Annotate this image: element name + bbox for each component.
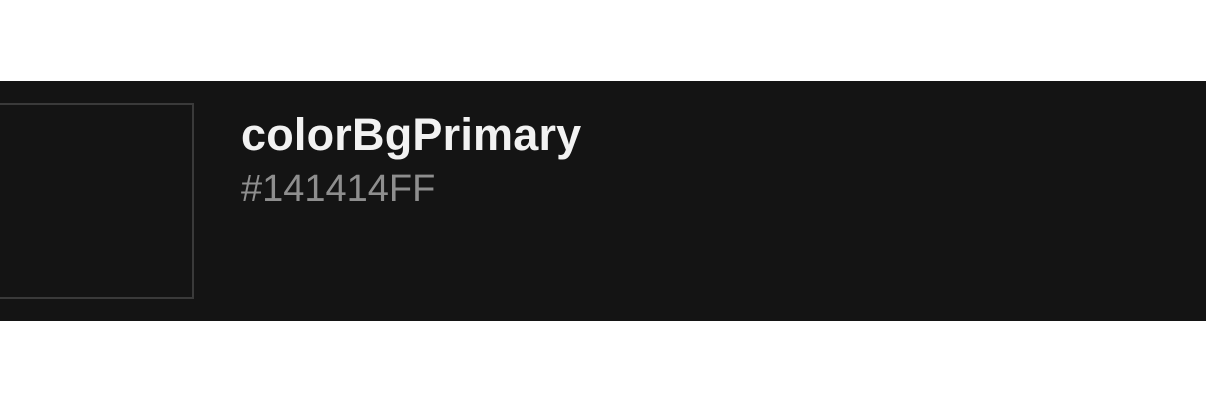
page: colorBgPrimary #141414FF: [0, 0, 1206, 402]
token-name: colorBgPrimary: [241, 109, 582, 160]
token-hex-value: #141414FF: [241, 168, 436, 210]
color-swatch: [0, 103, 194, 299]
color-token-row: colorBgPrimary #141414FF: [0, 81, 1206, 321]
